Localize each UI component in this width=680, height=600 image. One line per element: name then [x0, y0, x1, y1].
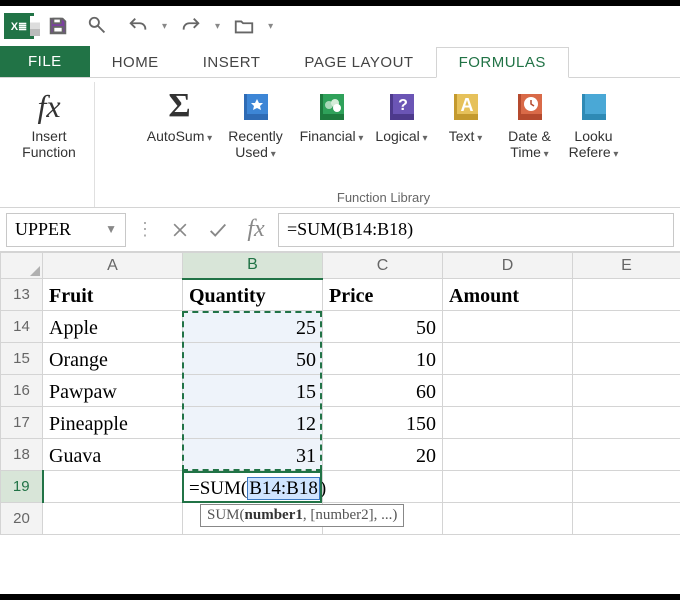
cell-B18[interactable]: 31 [183, 439, 323, 471]
col-header-E[interactable]: E [573, 253, 680, 279]
clock-icon [510, 86, 550, 126]
cell-E16[interactable] [573, 375, 680, 407]
chevron-down-icon: ▼ [105, 222, 117, 237]
select-all-corner[interactable] [1, 253, 43, 279]
col-header-C[interactable]: C [323, 253, 443, 279]
sigma-icon: Σ [160, 86, 200, 126]
insert-function-button[interactable]: fx Insert Function [12, 84, 86, 162]
open-button[interactable] [228, 10, 260, 42]
text-button[interactable]: A Text [435, 84, 497, 147]
cell-E18[interactable] [573, 439, 680, 471]
cell-A15[interactable]: Orange [43, 343, 183, 375]
cell-D18[interactable] [443, 439, 573, 471]
undo-button[interactable] [122, 10, 154, 42]
lookup-reference-button[interactable]: Looku Refere [563, 84, 625, 163]
name-box[interactable]: UPPER ▼ [6, 213, 126, 247]
financial-icon [312, 86, 352, 126]
function-tooltip: SUM(number1, [number2], ...) [200, 504, 404, 527]
redo-button[interactable] [175, 10, 207, 42]
row-header[interactable]: 18 [1, 439, 43, 471]
formula-range-ref: B14:B18 [247, 477, 320, 500]
cell-A17[interactable]: Pineapple [43, 407, 183, 439]
excel-logo-icon: X≣ [4, 13, 34, 39]
cell-B19[interactable]: =SUM(B14:B18) [183, 471, 323, 503]
cell-A18[interactable]: Guava [43, 439, 183, 471]
save-button[interactable] [42, 10, 74, 42]
cell-B14[interactable]: 25 [183, 311, 323, 343]
star-book-icon [236, 86, 276, 126]
function-library-label: Function Library [99, 190, 668, 205]
cell-E14[interactable] [573, 311, 680, 343]
row-header[interactable]: 20 [1, 503, 43, 535]
svg-text:?: ? [398, 97, 408, 114]
svg-text:A: A [460, 95, 473, 115]
cell-B13[interactable]: Quantity [183, 279, 323, 311]
cell-B15[interactable]: 50 [183, 343, 323, 375]
cell-E17[interactable] [573, 407, 680, 439]
cell-A20[interactable] [43, 503, 183, 535]
formula-bar: UPPER ▼ ⋮ fx [0, 208, 680, 252]
date-time-button[interactable]: Date & Time [499, 84, 561, 163]
col-header-B[interactable]: B [183, 253, 323, 279]
cell-C18[interactable]: 20 [323, 439, 443, 471]
autosum-button[interactable]: Σ AutoSum [143, 84, 217, 147]
fx-button[interactable]: fx [240, 214, 272, 246]
cell-C15[interactable]: 10 [323, 343, 443, 375]
expand-namebox-icon[interactable]: ⋮ [132, 219, 158, 240]
cell-D15[interactable] [443, 343, 573, 375]
tooltip-fn: SUM [207, 507, 240, 523]
formulas-tab[interactable]: FORMULAS [436, 47, 569, 78]
spreadsheet-grid[interactable]: A B C D E 13 Fruit Quantity Price Amount… [0, 252, 680, 535]
fx-icon: fx [29, 86, 69, 126]
logical-button[interactable]: ? Logical [371, 84, 433, 147]
cell-A13[interactable]: Fruit [43, 279, 183, 311]
cell-C14[interactable]: 50 [323, 311, 443, 343]
cell-D19[interactable] [443, 471, 573, 503]
row-header[interactable]: 17 [1, 407, 43, 439]
financial-button[interactable]: Financial [295, 84, 369, 147]
text-a-icon: A [446, 86, 486, 126]
touch-mode-button[interactable] [82, 10, 114, 42]
cell-D16[interactable] [443, 375, 573, 407]
formula-input[interactable] [278, 213, 674, 247]
cell-C13[interactable]: Price [323, 279, 443, 311]
name-box-value: UPPER [15, 219, 71, 240]
quick-access-toolbar: X≣ ▾ ▾ ▾ [0, 6, 680, 46]
col-header-D[interactable]: D [443, 253, 573, 279]
cell-E15[interactable] [573, 343, 680, 375]
cell-C17[interactable]: 150 [323, 407, 443, 439]
page-layout-tab[interactable]: PAGE LAYOUT [282, 48, 435, 77]
row-header[interactable]: 15 [1, 343, 43, 375]
cell-D17[interactable] [443, 407, 573, 439]
cell-B16[interactable]: 15 [183, 375, 323, 407]
question-icon: ? [382, 86, 422, 126]
ribbon: fx Insert Function Σ AutoSum Recently Us… [0, 78, 680, 208]
home-tab[interactable]: HOME [90, 48, 181, 77]
cell-A14[interactable]: Apple [43, 311, 183, 343]
row-header[interactable]: 14 [1, 311, 43, 343]
cell-A16[interactable]: Pawpaw [43, 375, 183, 407]
row-header[interactable]: 13 [1, 279, 43, 311]
row-header[interactable]: 16 [1, 375, 43, 407]
file-tab[interactable]: FILE [0, 46, 90, 77]
cell-B17[interactable]: 12 [183, 407, 323, 439]
cell-C16[interactable]: 60 [323, 375, 443, 407]
cell-D13[interactable]: Amount [443, 279, 573, 311]
cell-D14[interactable] [443, 311, 573, 343]
insert-tab[interactable]: INSERT [181, 48, 283, 77]
lookup-icon [574, 86, 614, 126]
cell-A19[interactable] [43, 471, 183, 503]
ribbon-tabs: FILE HOME INSERT PAGE LAYOUT FORMULAS [0, 46, 680, 78]
cancel-formula-button[interactable] [164, 214, 196, 246]
col-header-A[interactable]: A [43, 253, 183, 279]
column-headers[interactable]: A B C D E [1, 253, 680, 279]
cell-E20[interactable] [573, 503, 680, 535]
recently-used-button[interactable]: Recently Used [219, 84, 293, 163]
row-header[interactable]: 19 [1, 471, 43, 503]
enter-formula-button[interactable] [202, 214, 234, 246]
cell-C19[interactable] [323, 471, 443, 503]
cell-E13[interactable] [573, 279, 680, 311]
cell-E19[interactable] [573, 471, 680, 503]
cell-D20[interactable] [443, 503, 573, 535]
